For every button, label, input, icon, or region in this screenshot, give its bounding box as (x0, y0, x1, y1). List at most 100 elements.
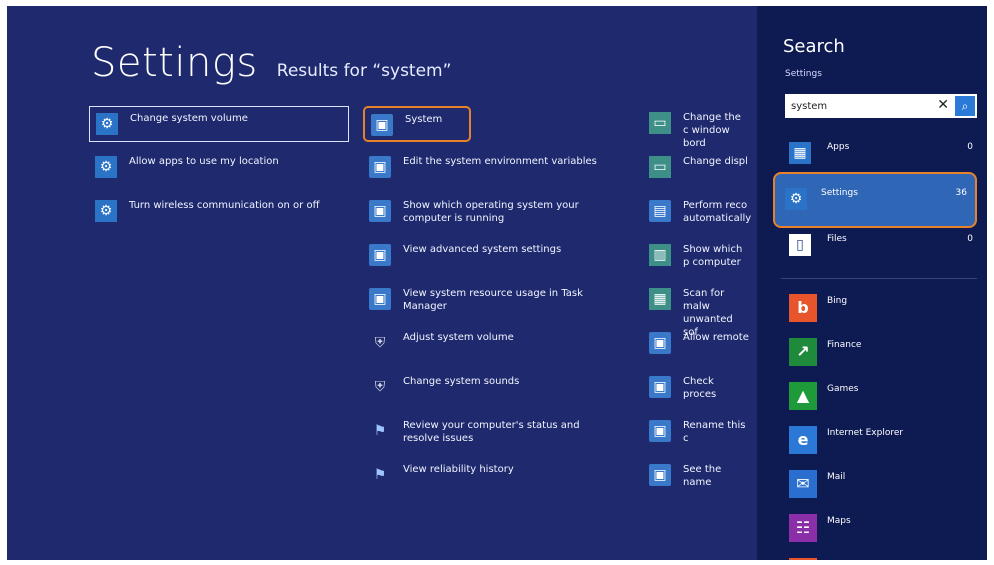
result-item[interactable]: ⛨ Adjust system volume (363, 326, 619, 362)
app-item-mail[interactable]: ✉ Mail (781, 464, 981, 504)
app-item-finance[interactable]: ↗ Finance (781, 332, 981, 372)
result-label: Check proces (683, 376, 717, 400)
system-icon: ▣ (649, 332, 671, 354)
games-icon: ▲ (789, 382, 817, 410)
internet-explorer-icon: e (789, 426, 817, 454)
system-icon: ▣ (649, 420, 671, 442)
results-subtitle: Results for “system” (276, 61, 452, 81)
search-category-apps[interactable]: ▦ Apps 0 (781, 136, 981, 172)
search-scope-label: Settings (785, 69, 822, 79)
app-name: Games (827, 384, 859, 394)
result-item[interactable]: ⚙ Turn wireless communication on or off (89, 194, 349, 230)
app-item-bing[interactable]: b Bing (781, 288, 981, 328)
system-icon: ▣ (369, 200, 391, 222)
category-name: Files (827, 234, 847, 244)
mail-icon: ✉ (789, 470, 817, 498)
result-item[interactable]: ▦ Scan for malw unwanted sof (643, 282, 753, 338)
result-item[interactable]: ▣ Allow remote (643, 326, 753, 362)
result-item[interactable]: ▣ Rename this c (643, 414, 753, 450)
result-item[interactable]: ▤ Perform reco automatically (643, 194, 753, 230)
result-item[interactable]: ▥ Show which p computer (643, 238, 753, 274)
result-item[interactable]: ⛨ Change system sounds (363, 370, 619, 406)
result-label: Allow apps to use my location (129, 156, 279, 167)
charm-divider (781, 278, 977, 279)
result-item[interactable]: ▣ Check proces (643, 370, 753, 406)
result-item[interactable]: ▭ Change displ (643, 150, 753, 186)
system-icon: ▣ (369, 244, 391, 266)
app-name: Mail (827, 472, 846, 482)
search-icon[interactable]: ⌕ (955, 96, 975, 116)
results-header: Settings Results for “system” (91, 40, 451, 86)
flag-icon: ⚑ (373, 467, 387, 483)
result-label: Show which p computer (683, 244, 743, 268)
app-item-maps[interactable]: ☷ Maps (781, 508, 981, 548)
gear-icon: ⚙ (785, 188, 807, 210)
search-results-pane: Settings Results for “system” ⚙ Change sy… (7, 6, 757, 560)
result-label: System (405, 114, 443, 125)
shield-icon: ⛨ (374, 335, 386, 351)
search-input[interactable] (789, 97, 933, 115)
result-label: View system resource usage in Task Manag… (403, 288, 583, 312)
result-label: View advanced system settings (403, 244, 562, 255)
result-label: View reliability history (403, 464, 514, 475)
performance-icon: ▤ (649, 200, 671, 222)
shield-icon: ⛨ (374, 379, 386, 395)
system-icon: ▣ (369, 156, 391, 178)
category-count: 36 (955, 188, 967, 198)
system-icon: ▣ (369, 288, 391, 310)
result-item[interactable]: ▭ Change the c window bord (643, 106, 753, 149)
app-name: Maps (827, 516, 851, 526)
gear-icon: ⚙ (96, 113, 118, 135)
device-icon: ▥ (649, 244, 671, 266)
app-name: Internet Explorer (827, 428, 904, 438)
monitor-icon: ▭ (649, 112, 671, 134)
result-item[interactable]: ▣ System (363, 106, 471, 142)
result-label: See the name (683, 464, 722, 488)
results-column-3: ▭ Change the c window bord ▭ Change displ ▤ P… (643, 106, 753, 502)
start-screen-search: Settings Results for “system” ⚙ Change sy… (7, 6, 987, 560)
finance-icon: ↗ (789, 338, 817, 366)
app-item-music[interactable]: ♪Music (781, 552, 981, 560)
result-label: Turn wireless communication on or off (129, 200, 320, 211)
result-label: Rename this c (683, 420, 746, 444)
bing-icon: b (789, 294, 817, 322)
gear-icon: ⚙ (95, 200, 117, 222)
result-label: Change the c window bord (683, 112, 741, 149)
search-box: ✕ ⌕ (785, 94, 977, 118)
result-item[interactable]: ▣ Show which operating system your comput… (363, 194, 619, 230)
charm-title: Search (783, 36, 845, 57)
results-column-1: ⚙ Change system volume ⚙ Allow apps to use … (89, 106, 349, 238)
results-column-2: ▣ System ▣ Edit the system environment vari… (363, 106, 619, 502)
result-label: Adjust system volume (403, 332, 514, 343)
music-icon: ♪ (789, 558, 817, 560)
app-item-games[interactable]: ▲ Games (781, 376, 981, 416)
result-label: Show which operating system your compute… (403, 200, 579, 224)
app-name: Finance (827, 340, 862, 350)
maps-icon: ☷ (789, 514, 817, 542)
result-item[interactable]: ▣ See the name (643, 458, 753, 494)
page-title: Settings (91, 40, 258, 86)
category-name: Settings (821, 188, 858, 198)
result-item[interactable]: ⚑ View reliability history (363, 458, 619, 494)
app-item-internet-explorer[interactable]: e Internet Explorer (781, 420, 981, 460)
monitor-icon: ▭ (649, 156, 671, 178)
result-item[interactable]: ⚙ Allow apps to use my location (89, 150, 349, 186)
search-category-settings[interactable]: ⚙ Settings 36 (773, 172, 977, 228)
clear-icon[interactable]: ✕ (937, 97, 949, 113)
result-label: Change system volume (130, 113, 248, 124)
system-icon: ▣ (371, 114, 393, 136)
category-count: 0 (967, 142, 973, 152)
category-count: 0 (967, 234, 973, 244)
category-name: Apps (827, 142, 850, 152)
result-item[interactable]: ▣ View advanced system settings (363, 238, 619, 274)
result-label: Change displ (683, 156, 748, 167)
result-item[interactable]: ▣ View system resource usage in Task Mana… (363, 282, 619, 318)
result-item[interactable]: ▣ Edit the system environment variables (363, 150, 619, 186)
search-category-files[interactable]: ▯ Files 0 (781, 228, 981, 264)
result-item[interactable]: ⚙ Change system volume (89, 106, 349, 142)
result-label: Review your computer's status and resolv… (403, 420, 580, 444)
result-label: Allow remote (683, 332, 749, 343)
search-charm: Search Settings ✕ ⌕ ▦ Apps 0 ⚙ Settings 36 ▯ Fi… (757, 6, 987, 560)
system-icon: ▣ (649, 376, 671, 398)
result-item[interactable]: ⚑ Review your computer's status and resol… (363, 414, 619, 450)
